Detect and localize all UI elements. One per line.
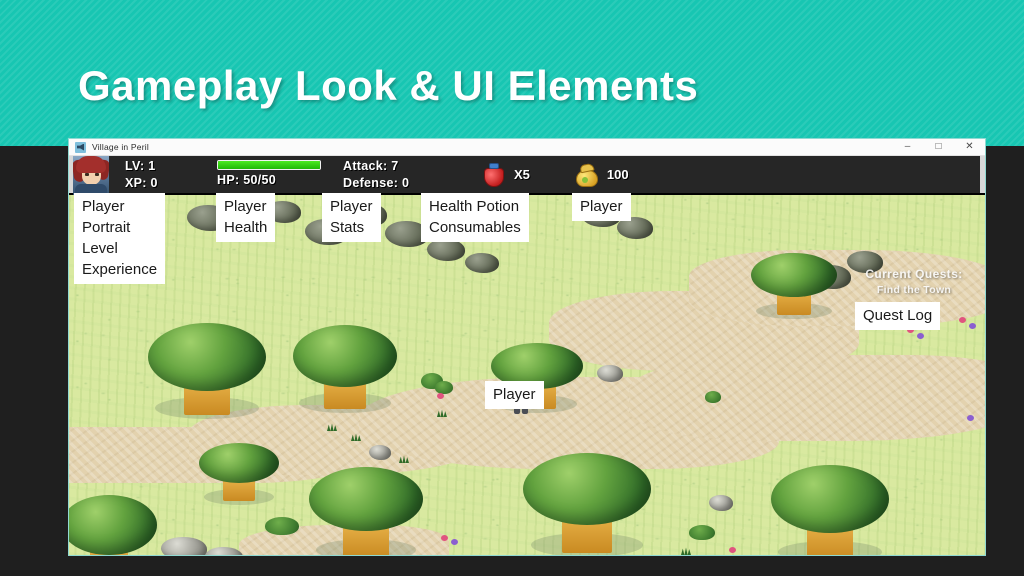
- potion-count: X5: [514, 167, 530, 182]
- bush: [265, 517, 299, 535]
- tree-canopy: [771, 465, 889, 533]
- rock: [709, 495, 733, 511]
- portrait-hair-top: [76, 156, 106, 173]
- hud-level-group: LV: 1 XP: 0: [125, 156, 217, 193]
- callout-player-health: Player Health: [216, 193, 276, 242]
- attack-value: Attack: 7: [343, 158, 399, 173]
- window-title: Village in Peril: [92, 142, 149, 152]
- tree-canopy: [523, 453, 651, 525]
- xp-value: XP: 0: [125, 175, 158, 190]
- tree: [769, 465, 891, 555]
- defense-value: Defense: 0: [343, 175, 410, 190]
- health-bar: [217, 160, 321, 170]
- tree-canopy: [148, 323, 266, 391]
- rock: [161, 537, 207, 555]
- game-hud-bar: LV: 1 XP: 0 HP: 50/50 Attack: 7 Defense:…: [69, 156, 985, 195]
- callout-player: Player: [485, 381, 544, 409]
- slide-canvas: Gameplay Look & UI Elements Village in P…: [0, 0, 1024, 576]
- hud-stats-group: Attack: 7 Defense: 0: [343, 156, 467, 193]
- hud-right-rail: [980, 156, 985, 193]
- gold-bag-emblem: [581, 176, 588, 183]
- callout-player-stats: Player Stats: [322, 193, 381, 242]
- bush: [705, 391, 721, 403]
- flower: [967, 415, 974, 421]
- tree-canopy: [293, 325, 397, 387]
- portrait-eye-right: [95, 173, 99, 176]
- gold-bag-icon: [574, 162, 600, 187]
- flower: [451, 539, 458, 545]
- health-potion-icon: [481, 162, 507, 188]
- tree-canopy: [199, 443, 279, 483]
- tree: [197, 443, 281, 505]
- window-titlebar: Village in Peril – □ ✕: [69, 139, 985, 156]
- hud-health-group: HP: 50/50: [217, 156, 329, 193]
- gold-count: 100: [606, 167, 629, 182]
- minimize-button[interactable]: –: [892, 139, 923, 155]
- flower: [969, 323, 976, 329]
- tree-canopy: [309, 467, 423, 531]
- tree-canopy: [751, 253, 837, 297]
- hud-gold-group: 100: [574, 156, 629, 193]
- tree: [291, 325, 399, 413]
- flower: [729, 547, 736, 553]
- rock: [597, 365, 623, 382]
- flower: [917, 333, 924, 339]
- maximize-button[interactable]: □: [923, 139, 954, 155]
- level-value: LV: 1: [125, 158, 156, 173]
- game-app-icon: [75, 141, 86, 153]
- tree: [307, 467, 425, 555]
- callout-health-potion: Health Potion Consumables: [421, 193, 529, 242]
- rock: [369, 445, 391, 460]
- potion-body: [484, 167, 504, 187]
- health-bar-fill: [218, 161, 320, 169]
- tree: [521, 453, 653, 555]
- window-controls: – □ ✕: [892, 139, 985, 155]
- callout-player-portrait: Player Portrait Level Experience: [74, 193, 166, 284]
- potion-cap: [489, 162, 499, 169]
- tree: [147, 323, 267, 419]
- callout-quest-log: Quest Log: [855, 302, 941, 330]
- rock: [465, 253, 499, 273]
- flower: [959, 317, 966, 323]
- player-portrait: [73, 156, 109, 195]
- hp-value: HP: 50/50: [217, 173, 276, 187]
- slide-banner: Gameplay Look & UI Elements: [0, 0, 1024, 146]
- flower: [441, 535, 448, 541]
- rock: [427, 239, 465, 261]
- rock: [847, 251, 883, 273]
- bush: [435, 381, 453, 394]
- tree: [749, 253, 839, 319]
- callout-player-gold: Player: [572, 193, 631, 221]
- page-title: Gameplay Look & UI Elements: [78, 62, 699, 109]
- tree-canopy: [69, 495, 157, 555]
- hud-potion-group: X5: [481, 156, 530, 193]
- flower: [437, 393, 444, 399]
- close-button[interactable]: ✕: [954, 139, 985, 155]
- tree: [69, 495, 159, 555]
- game-scene[interactable]: Current Quests: Find the Town: [69, 195, 985, 555]
- bush: [689, 525, 715, 540]
- portrait-eye-left: [85, 173, 89, 176]
